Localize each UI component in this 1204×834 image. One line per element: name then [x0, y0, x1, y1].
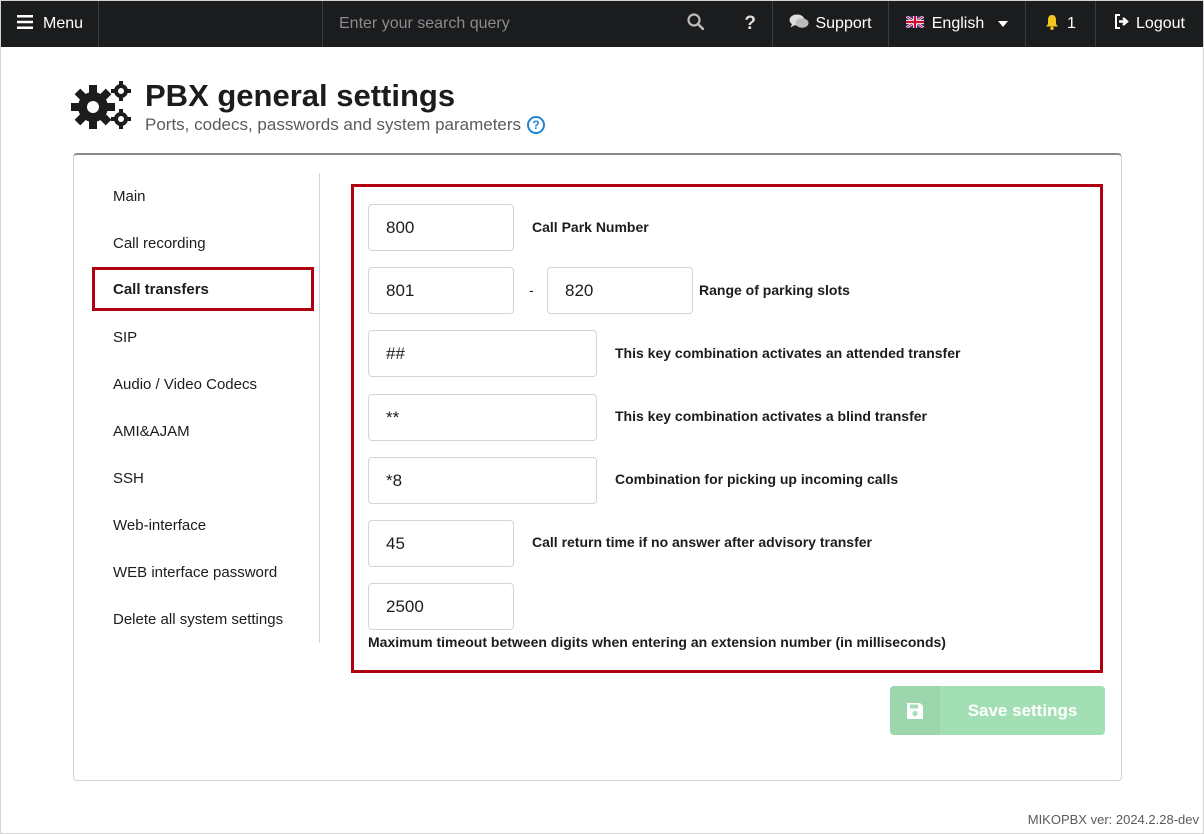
- sign-out-icon: [1114, 14, 1130, 34]
- page-subtitle: Ports, codecs, passwords and system para…: [145, 115, 522, 134]
- sidebar-item-sip[interactable]: SIP: [92, 314, 319, 361]
- notifications-button[interactable]: 1: [1026, 1, 1096, 47]
- notification-count: 1: [1067, 15, 1076, 32]
- support-button[interactable]: Support: [773, 1, 889, 47]
- attended-transfer-label: This key combination activates an attend…: [615, 345, 961, 361]
- settings-sidebar: Main Call recording Call transfers SIP A…: [92, 173, 320, 643]
- version-footer: MIKOPBX ver: 2024.2.28-dev: [1027, 812, 1199, 827]
- pickup-combination-input[interactable]: *8: [368, 457, 597, 504]
- page-title: PBX general settings: [145, 78, 456, 113]
- sidebar-item-call-recording[interactable]: Call recording: [92, 220, 319, 267]
- chat-bubbles-icon: [789, 14, 809, 34]
- language-label: English: [931, 15, 985, 32]
- sidebar-item-main[interactable]: Main: [92, 173, 319, 220]
- bell-icon: [1045, 14, 1059, 35]
- sidebar-item-delete-settings[interactable]: Delete all system settings: [92, 596, 319, 643]
- attended-transfer-input[interactable]: ##: [368, 330, 597, 377]
- parking-range-label: Range of parking slots: [699, 282, 850, 298]
- support-label: Support: [815, 15, 872, 32]
- digit-timeout-label: Maximum timeout between digits when ente…: [368, 634, 946, 650]
- save-settings-button[interactable]: Save settings: [890, 686, 1105, 735]
- sidebar-item-web-password[interactable]: WEB interface password: [92, 549, 319, 596]
- logout-button[interactable]: Logout: [1096, 1, 1203, 47]
- search-field[interactable]: Enter your search query ?: [322, 1, 773, 47]
- page-header: PBX general settings Ports, codecs, pass…: [71, 78, 546, 135]
- digit-timeout-input[interactable]: 2500: [368, 583, 514, 630]
- sidebar-item-call-transfers[interactable]: Call transfers: [92, 267, 314, 311]
- return-time-label: Call return time if no answer after advi…: [532, 534, 872, 550]
- search-icon[interactable]: [687, 13, 705, 35]
- save-settings-label: Save settings: [967, 700, 1078, 720]
- sidebar-item-codecs[interactable]: Audio / Video Codecs: [92, 361, 319, 408]
- sidebar-item-ami-ajam[interactable]: AMI&AJAM: [92, 408, 319, 455]
- call-transfers-form: 800 Call Park Number 801 - 820 Range of …: [351, 184, 1103, 673]
- language-dropdown[interactable]: English: [889, 1, 1026, 47]
- save-icon: [890, 686, 940, 735]
- settings-card: Main Call recording Call transfers SIP A…: [73, 153, 1122, 781]
- sidebar-item-web-interface[interactable]: Web-interface: [92, 502, 319, 549]
- call-park-number-input[interactable]: 800: [368, 204, 514, 251]
- parking-range-to-input[interactable]: 820: [547, 267, 693, 314]
- blind-transfer-label: This key combination activates a blind t…: [615, 408, 927, 424]
- sidebar-item-ssh[interactable]: SSH: [92, 455, 319, 502]
- range-separator: -: [529, 282, 534, 298]
- help-circle-icon[interactable]: ?: [527, 116, 546, 134]
- top-menu-bar: Menu Enter your search query ? Support E…: [1, 1, 1203, 47]
- uk-flag-icon: [905, 15, 925, 33]
- search-input[interactable]: Enter your search query: [339, 15, 510, 33]
- hamburger-icon: [17, 14, 33, 34]
- logout-label: Logout: [1136, 15, 1185, 32]
- settings-gears-icon: [71, 79, 133, 131]
- return-time-input[interactable]: 45: [368, 520, 514, 567]
- call-park-number-label: Call Park Number: [532, 219, 649, 235]
- blind-transfer-input[interactable]: **: [368, 394, 597, 441]
- help-question-icon[interactable]: ?: [744, 13, 756, 35]
- menu-label: Menu: [43, 15, 84, 32]
- pickup-combination-label: Combination for picking up incoming call…: [615, 471, 899, 487]
- parking-range-from-input[interactable]: 801: [368, 267, 514, 314]
- menu-toggle-button[interactable]: Menu: [1, 1, 99, 47]
- chevron-down-icon: [998, 21, 1009, 27]
